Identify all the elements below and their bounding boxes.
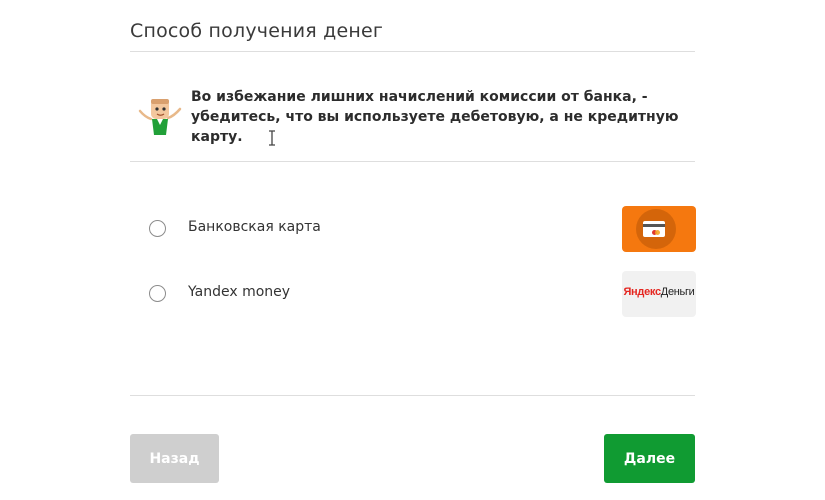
next-button[interactable]: Далее xyxy=(604,434,695,483)
page-title: Способ получения денег xyxy=(130,20,384,42)
bank-card-icon xyxy=(622,206,696,252)
yandex-money-logo: ЯндексДеньги xyxy=(622,271,696,317)
yandex-money-radio[interactable] xyxy=(149,285,166,302)
option-label: Банковская карта xyxy=(188,219,321,235)
commission-notice: Во избежание лишних начислений комиссии … xyxy=(137,87,697,147)
notice-text: Во избежание лишних начислений комиссии … xyxy=(191,89,679,145)
divider xyxy=(130,395,695,396)
back-button[interactable]: Назад xyxy=(130,434,219,483)
text-cursor-icon xyxy=(269,130,275,146)
option-label: Yandex money xyxy=(188,284,291,300)
money-logo-text: Деньги xyxy=(660,286,695,298)
payout-option-bank-card[interactable]: Банковская карта xyxy=(148,206,696,252)
divider xyxy=(130,51,695,52)
divider xyxy=(130,161,695,162)
payout-option-yandex-money[interactable]: Yandex money ЯндексДеньги xyxy=(148,271,696,317)
yandex-logo-text: Яндекс xyxy=(623,286,661,298)
bank-card-radio[interactable] xyxy=(149,220,166,237)
mascot-icon xyxy=(138,99,182,135)
